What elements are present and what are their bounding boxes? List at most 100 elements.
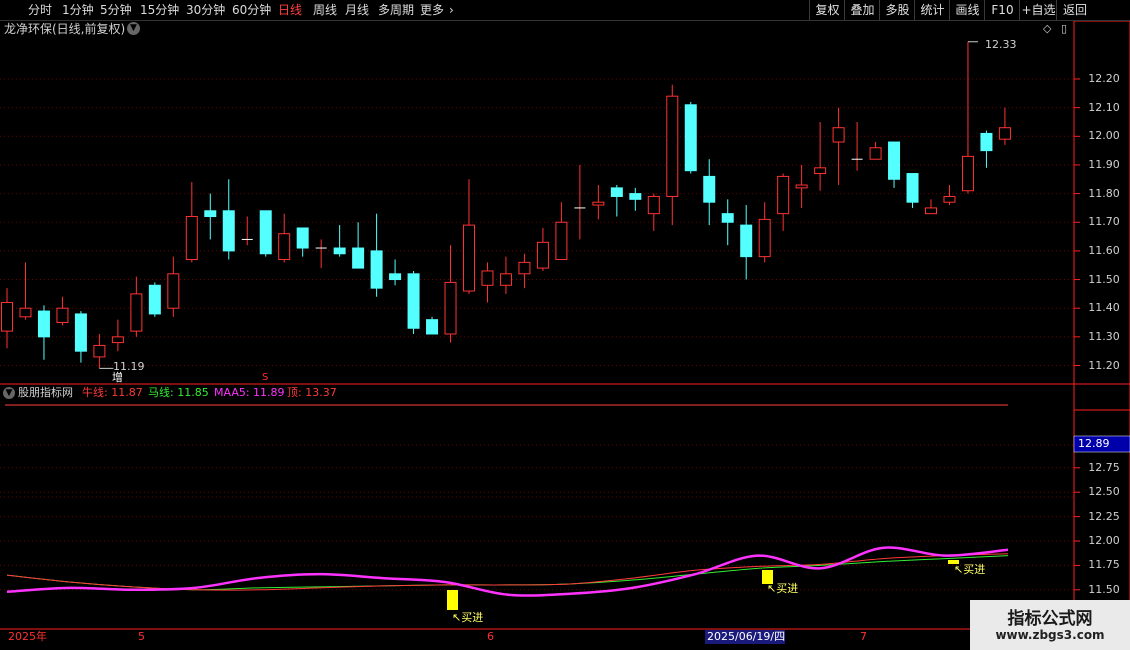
price-tick-label: 11.60 (1088, 243, 1120, 257)
period-tab-5[interactable]: 60分钟 (232, 0, 271, 20)
diamond-icon[interactable]: ◇ (1043, 22, 1051, 36)
indicator-tick-label: 12.75 (1088, 460, 1120, 474)
period-toolbar: 分时 1分钟 5分钟 15分钟 30分钟 60分钟 日线 周线 月线 多周期 更多 › 复权 叠加 多股 统计… (0, 0, 1130, 21)
buy-signal-label-2: ↖买进 (954, 563, 986, 576)
period-tab-2[interactable]: 5分钟 (100, 0, 132, 20)
indicator-name[interactable]: 股朋指标网 (18, 386, 73, 400)
candle-body-14 (259, 210, 272, 255)
candle-body-43 (795, 184, 808, 189)
candle-body-8 (148, 284, 161, 315)
toolbar-button-7[interactable]: 返回 (1056, 0, 1093, 20)
title-dropdown-icon[interactable]: ▼ (127, 22, 140, 35)
candle-body-34 (629, 193, 642, 200)
toolbar-button-4[interactable]: 画线 (949, 0, 985, 20)
candle-body-9 (167, 273, 180, 309)
high-price-label: 12.33 (985, 38, 1017, 51)
candle-body-11 (204, 210, 217, 218)
candle-body-51 (943, 195, 956, 203)
candle-body-16 (296, 227, 309, 249)
candle-body-44 (814, 167, 827, 175)
candle-body-12 (222, 210, 235, 252)
date-axis-label: 5 (138, 630, 145, 643)
candle-body-50 (925, 207, 937, 215)
candle-body-47 (869, 147, 882, 160)
candle-body-4 (74, 313, 87, 352)
toolbar-button-2[interactable]: 多股 (879, 0, 915, 20)
candle-body-25 (463, 224, 475, 292)
period-tab-8[interactable]: 月线 (345, 0, 369, 20)
candle-body-35 (647, 195, 660, 215)
buy-signal-label-0: ↖买进 (452, 611, 484, 624)
candle-body-38 (703, 175, 716, 203)
stock-title: 龙净环保(日线,前复权) (4, 22, 126, 36)
period-tab-3[interactable]: 15分钟 (140, 0, 179, 20)
layout-icon[interactable]: ▯ (1061, 22, 1067, 36)
period-tab-10[interactable]: 更多 (420, 0, 444, 20)
indicator-tick-label: 12.25 (1088, 509, 1120, 523)
indicator-legend-1: 马线: 11.85 (148, 386, 209, 399)
indicator-tick-label: 11.50 (1088, 582, 1120, 596)
toolbar-button-3[interactable]: 统计 (914, 0, 950, 20)
more-chevron-icon[interactable]: › (449, 0, 454, 20)
candle-body-37 (684, 104, 697, 172)
kline-chart[interactable] (0, 21, 1130, 650)
toolbar-button-6[interactable]: +自选 (1019, 0, 1057, 20)
toolbar-button-5[interactable]: F10 (984, 0, 1020, 20)
buy-signal-bar-0 (447, 590, 458, 610)
indicator-dropdown-icon[interactable]: ▼ (3, 387, 15, 399)
price-tick-label: 11.40 (1088, 301, 1120, 315)
candle-body-26 (481, 270, 494, 286)
toolbar-button-0[interactable]: 复权 (809, 0, 845, 20)
candle-body-3 (56, 307, 69, 324)
candle-body-15 (278, 233, 291, 260)
candle-body-33 (610, 187, 623, 197)
period-tab-4[interactable]: 30分钟 (186, 0, 225, 20)
candle-body-5 (93, 344, 106, 358)
watermark-title: 指标公式网 (1007, 609, 1093, 629)
candle-body-18 (333, 247, 346, 255)
candle-body-23 (426, 319, 439, 335)
candle-body-21 (389, 273, 402, 281)
price-tick-label: 11.70 (1088, 215, 1120, 229)
price-tick-label: 12.00 (1088, 129, 1120, 143)
tag-zeng: 增 (112, 371, 123, 384)
period-tab-1[interactable]: 1分钟 (62, 0, 94, 20)
candle-body-2 (37, 310, 50, 338)
indicator-tick-label: 12.50 (1088, 485, 1120, 499)
candle-body-10 (185, 216, 198, 260)
candle-body-20 (370, 250, 383, 289)
date-axis-label: 2025年 (8, 630, 47, 643)
toolbar-button-1[interactable]: 叠加 (844, 0, 880, 20)
price-tick-label: 11.80 (1088, 186, 1120, 200)
candle-body-7 (130, 293, 143, 332)
indicator-legend-0: 牛线: 11.87 (82, 386, 143, 399)
candle-body-40 (740, 224, 753, 258)
candle-body-48 (888, 141, 901, 180)
candle-body-0 (1, 301, 13, 332)
indicator-tick-label: 11.75 (1088, 558, 1120, 572)
indicator-legend-3: 顶: 13.37 (287, 386, 337, 399)
price-tick-label: 11.90 (1088, 157, 1120, 171)
candle-body-6 (111, 336, 124, 344)
candle-body-36 (666, 95, 679, 197)
candle-body-32 (592, 201, 605, 206)
period-tab-6[interactable]: 日线 (278, 0, 302, 20)
period-tab-7[interactable]: 周线 (313, 0, 337, 20)
indicator-current-value: 12.89 (1078, 437, 1110, 450)
date-axis-label: 7 (860, 630, 867, 643)
candle-body-1 (19, 307, 32, 318)
candle-body-54 (998, 127, 1011, 140)
candle-body-28 (518, 261, 531, 275)
candle-body-24 (444, 281, 457, 335)
candle-body-29 (536, 241, 549, 269)
price-tick-label: 12.10 (1088, 100, 1120, 114)
candle-body-42 (777, 175, 790, 215)
candle-body-49 (906, 173, 919, 203)
candle-body-41 (758, 218, 771, 258)
period-tab-0[interactable]: 分时 (28, 0, 52, 20)
period-tab-9[interactable]: 多周期 (378, 0, 414, 20)
tag-s: S (262, 372, 269, 383)
candle-body-30 (555, 221, 568, 260)
candle-body-19 (352, 247, 365, 269)
candle-body-45 (832, 127, 845, 143)
